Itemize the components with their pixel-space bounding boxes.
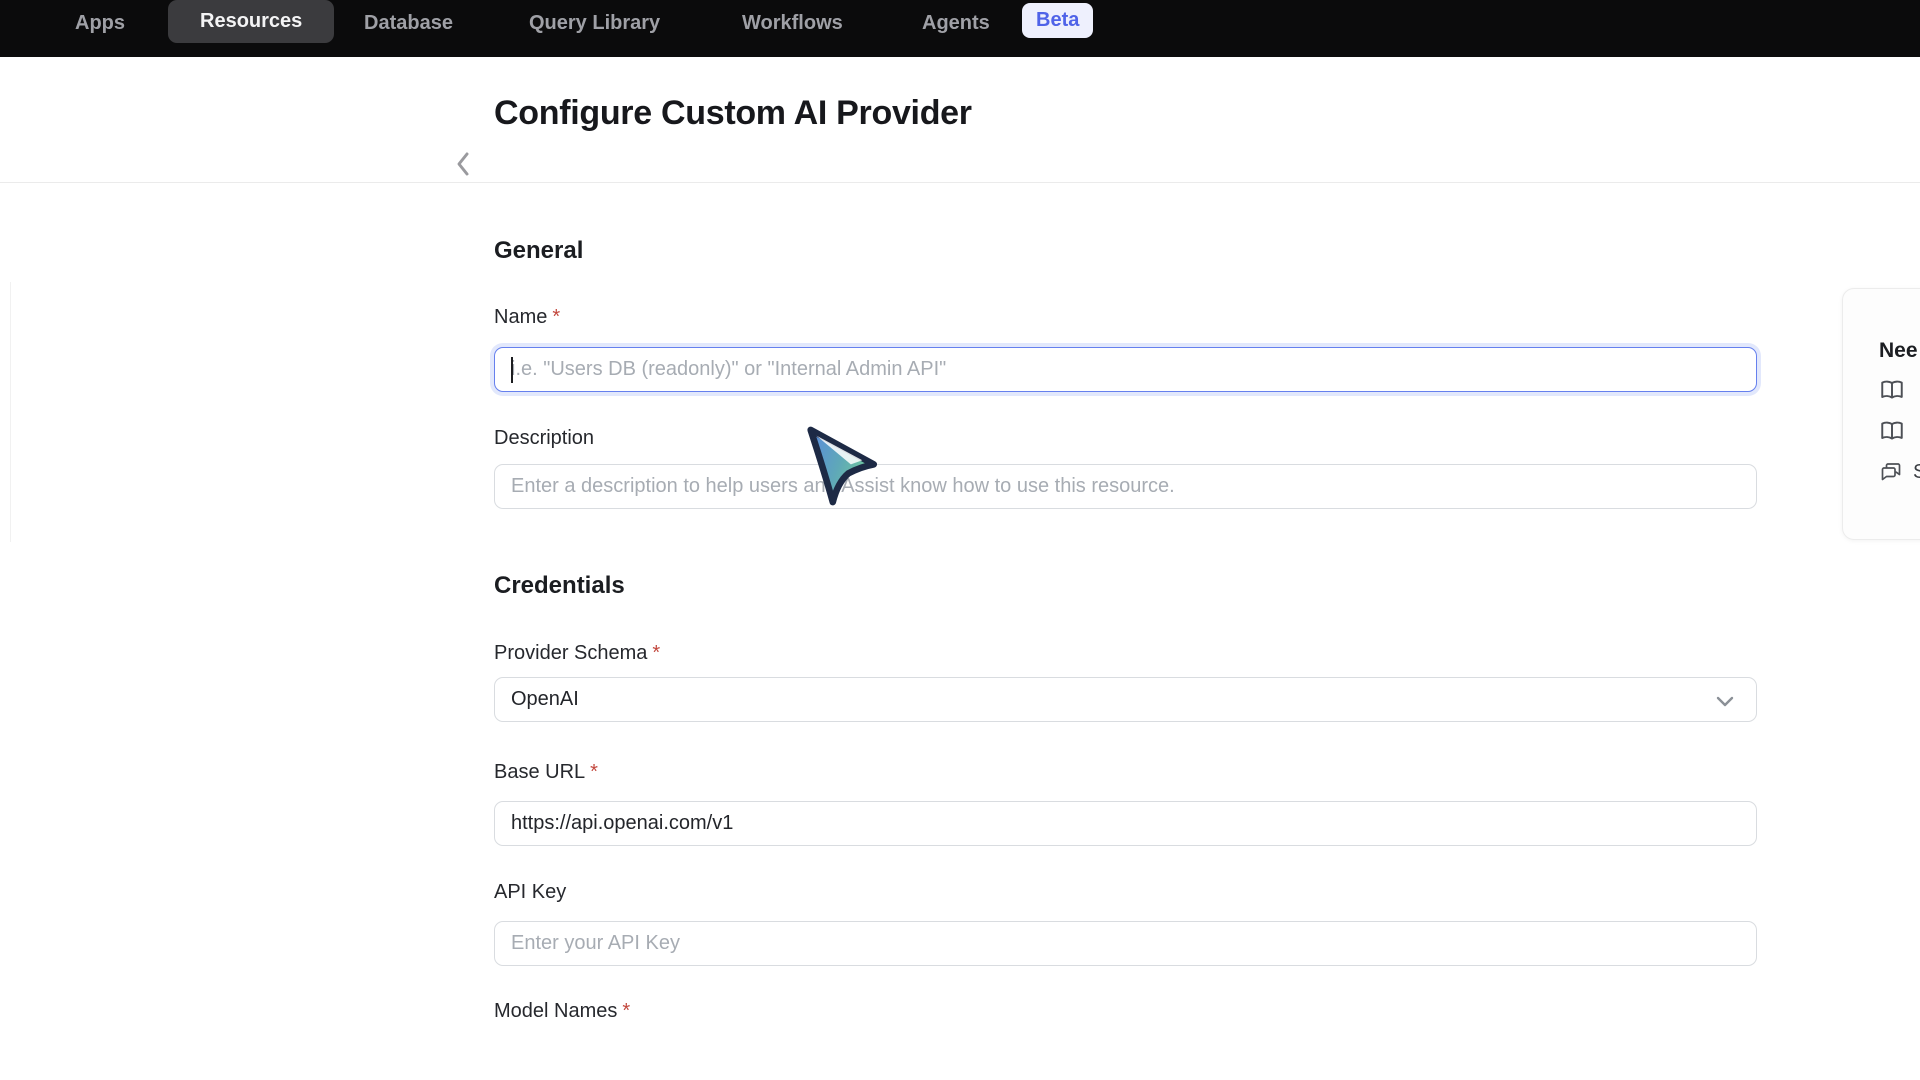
- required-asterisk: *: [552, 306, 560, 328]
- general-section-heading: General: [494, 236, 1757, 265]
- header-divider: [0, 182, 1920, 183]
- help-link-support[interactable]: S: [1879, 458, 1920, 486]
- name-input[interactable]: [494, 347, 1757, 392]
- base-url-label: Base URL*: [494, 760, 1757, 784]
- book-icon: [1879, 418, 1905, 444]
- model-names-label-text: Model Names: [494, 1000, 617, 1022]
- api-key-input[interactable]: [494, 921, 1757, 966]
- app-window: { "nav": { "items": [ { "label": "Apps" …: [0, 0, 1920, 1080]
- page-header: Configure Custom AI Provider: [0, 0, 1920, 183]
- required-asterisk: *: [590, 761, 598, 783]
- chat-icon: [1879, 460, 1903, 484]
- page-title: Configure Custom AI Provider: [494, 93, 1920, 134]
- help-panel: Nee S: [1842, 288, 1920, 540]
- name-label-text: Name: [494, 306, 547, 328]
- chevron-down-icon: [1714, 690, 1736, 712]
- chevron-left-icon: [454, 151, 472, 177]
- base-url-label-text: Base URL: [494, 761, 585, 783]
- book-icon: [1879, 377, 1905, 403]
- model-names-label: Model Names*: [494, 999, 1757, 1023]
- help-link-label: S: [1913, 461, 1920, 484]
- text-caret: [511, 357, 513, 383]
- base-url-input[interactable]: [494, 801, 1757, 846]
- required-asterisk: *: [622, 1000, 630, 1022]
- help-panel-heading: Nee: [1879, 339, 1920, 363]
- name-label: Name*: [494, 305, 1757, 329]
- description-label: Description: [494, 426, 1757, 450]
- required-asterisk: *: [652, 642, 660, 664]
- left-panel-edge: [10, 282, 11, 542]
- help-link-docs-1[interactable]: [1879, 376, 1920, 404]
- description-input[interactable]: [494, 464, 1757, 509]
- credentials-section-heading: Credentials: [494, 571, 1757, 600]
- help-link-docs-2[interactable]: [1879, 417, 1920, 445]
- name-input-wrap: [494, 347, 1757, 392]
- provider-schema-label: Provider Schema*: [494, 641, 1757, 665]
- provider-schema-value: OpenAI: [511, 688, 579, 711]
- provider-config-form: General Name* Description Credentials Pr…: [494, 236, 1757, 1023]
- provider-schema-select[interactable]: OpenAI: [494, 677, 1757, 722]
- back-button[interactable]: [450, 148, 476, 180]
- provider-schema-label-text: Provider Schema: [494, 642, 647, 664]
- api-key-label: API Key: [494, 880, 1757, 904]
